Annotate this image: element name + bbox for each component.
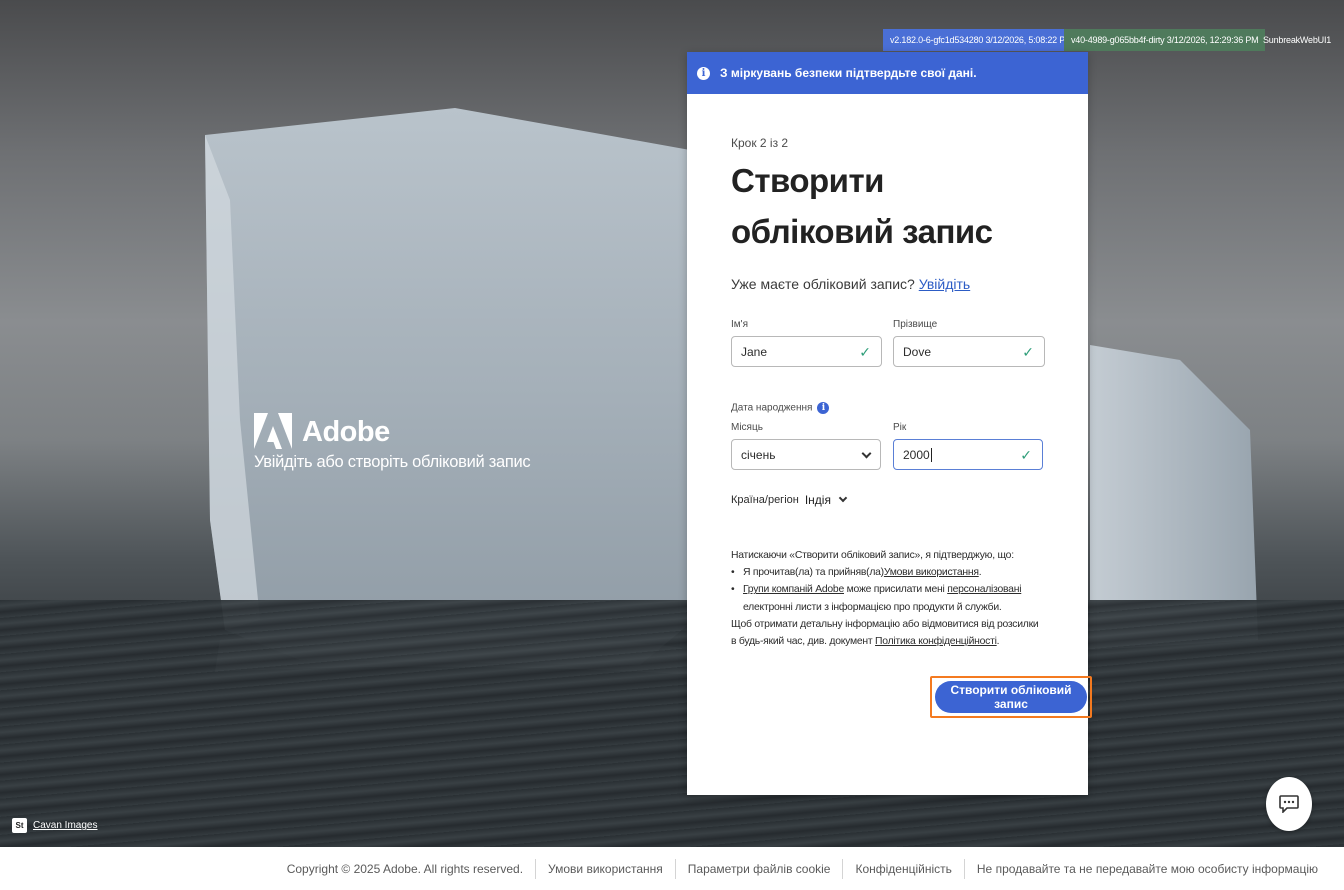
app-name-badge: SunbreakWebUI1 — [1263, 35, 1332, 45]
chat-icon — [1279, 795, 1299, 813]
chevron-down-icon — [838, 493, 848, 503]
country-value: Індія — [804, 493, 831, 507]
first-name-label: Ім'я — [731, 319, 748, 330]
year-label: Рік — [893, 422, 907, 433]
submit-focus-ring: Створити обліковий запис — [930, 676, 1092, 718]
country-selector[interactable]: Країна/регіон Індія — [731, 493, 848, 507]
valid-check-icon: ✓ — [1022, 344, 1034, 360]
brand-block: Adobe Увійдіть або створіть обліковий за… — [254, 413, 531, 472]
chevron-down-icon — [861, 448, 872, 459]
year-value: 2000 — [903, 447, 930, 462]
first-name-value: Jane — [741, 344, 768, 359]
step-indicator: Крок 2 із 2 — [731, 136, 789, 150]
valid-check-icon: ✓ — [859, 344, 871, 360]
year-field[interactable]: 2000 ✓ — [893, 439, 1043, 470]
legal-text-fragment: Я прочитав(ла) та прийняв(ла) — [743, 567, 884, 579]
last-name-value: Dove — [903, 344, 932, 359]
legal-text-fragment: може присилати мені — [844, 584, 948, 596]
footer-divider — [842, 858, 844, 879]
month-label: Місяць — [731, 422, 763, 433]
have-account-text: Уже маєте обліковий запис? — [731, 276, 915, 292]
legal-bullet-marketing: Групи компаній Adobe може присилати мені… — [731, 581, 1043, 615]
dob-label: Дата народження i — [731, 402, 830, 414]
month-select[interactable]: січень — [731, 439, 881, 470]
valid-check-icon: ✓ — [1020, 447, 1032, 463]
footer-do-not-sell-link[interactable]: Не продавайте та не передавайте мою особ… — [977, 862, 1318, 876]
footer-divider — [535, 858, 537, 879]
copyright-text: Copyright © 2025 Adobe. All rights reser… — [286, 861, 524, 876]
adobe-family-link[interactable]: Групи компаній Adobe — [743, 584, 844, 595]
country-label: Країна/регіон — [731, 494, 799, 506]
footer-privacy-link[interactable]: Конфіденційність — [855, 862, 951, 876]
stock-icon: St — [12, 818, 27, 833]
photo-credit[interactable]: St Cavan Images — [12, 818, 97, 833]
personalized-link[interactable]: персоналізовані — [947, 584, 1021, 595]
footer: Copyright © 2025 Adobe. All rights reser… — [0, 847, 1344, 890]
footer-terms-link[interactable]: Умови використання — [548, 862, 663, 876]
last-name-field[interactable]: Dove ✓ — [893, 336, 1045, 367]
signup-card: i З міркувань безпеки підтвердьте свої д… — [687, 52, 1092, 795]
legal-bullet-terms: Я прочитав(ла) та прийняв(ла)Умови викор… — [731, 564, 1043, 581]
terms-link[interactable]: Умови використання — [884, 567, 979, 578]
text-cursor — [930, 447, 932, 462]
legal-intro: Натискаючи «Створити обліковий запис», я… — [731, 550, 1014, 561]
footer-divider — [674, 858, 676, 879]
photo-credit-link[interactable]: Cavan Images — [33, 820, 97, 831]
security-banner-text: З міркувань безпеки підтвердьте свої дан… — [720, 66, 977, 80]
page-title: Створити обліковий запис — [731, 162, 993, 250]
last-name-label: Прізвище — [893, 319, 938, 330]
footer-cookies-link[interactable]: Параметри файлів cookie — [688, 862, 831, 876]
create-account-button[interactable]: Створити обліковий запис — [935, 681, 1087, 713]
background-photo — [0, 0, 1344, 847]
legal-text-fragment: . — [978, 567, 982, 579]
legal-text-fragment: . — [996, 636, 1000, 648]
info-icon: i — [697, 66, 710, 80]
legal-text-fragment: електронні листи з інформацією про проду… — [743, 601, 1002, 613]
dob-label-text: Дата народження — [731, 402, 813, 414]
dob-info-icon[interactable]: i — [817, 402, 830, 414]
have-account-line: Уже маєте обліковий запис? Увійдіть — [731, 276, 970, 292]
build-badge-secondary: v40-4989-g065bb4f-dirty 3/12/2026, 12:29… — [1064, 29, 1266, 51]
chat-button[interactable] — [1266, 777, 1312, 831]
legal-text: Натискаючи «Створити обліковий запис», я… — [731, 547, 1043, 650]
month-value: січень — [741, 447, 776, 462]
security-banner: i З міркувань безпеки підтвердьте свої д… — [687, 52, 1088, 94]
footer-divider — [963, 858, 965, 879]
privacy-policy-link[interactable]: Політика конфіденційності — [875, 636, 997, 647]
adobe-logo-icon — [254, 413, 292, 449]
legal-more: Щоб отримати детальну інформацію або від… — [731, 616, 1043, 650]
brand-name: Adobe — [302, 415, 390, 448]
sea — [0, 600, 1344, 847]
signin-link[interactable]: Увійдіть — [919, 276, 970, 292]
first-name-field[interactable]: Jane ✓ — [731, 336, 882, 367]
brand-tagline: Увійдіть або створіть обліковий запис — [254, 453, 531, 471]
build-badge: v2.182.0-6-gfc1d534280 3/12/2026, 5:08:2… — [883, 29, 1080, 51]
